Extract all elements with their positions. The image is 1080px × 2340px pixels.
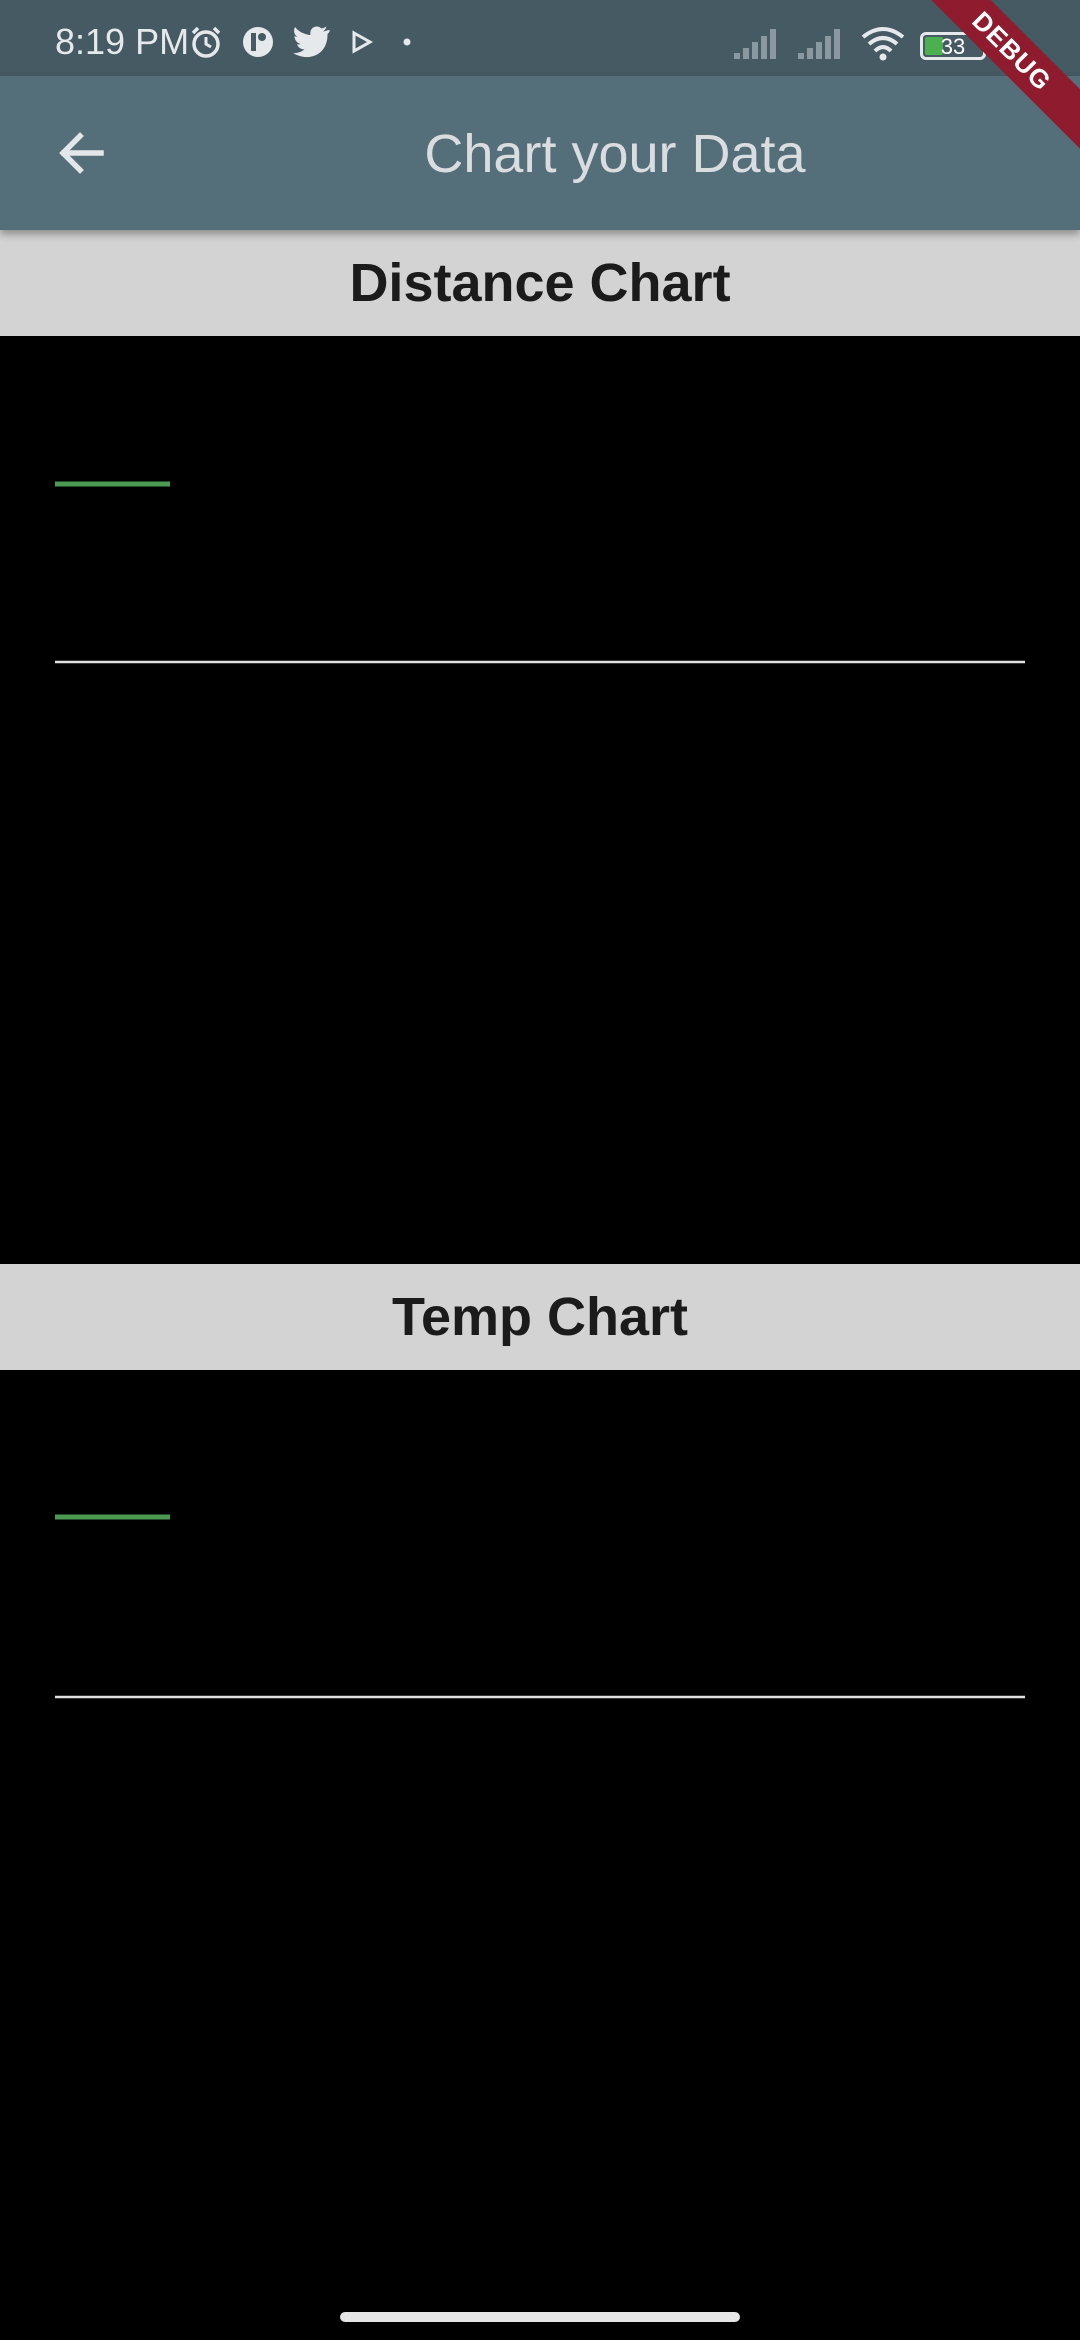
signal-icon — [796, 27, 846, 66]
alarm-icon — [188, 24, 224, 65]
distance-chart — [0, 336, 1080, 1264]
home-indicator[interactable] — [340, 2312, 740, 2322]
distance-chart-title: Distance Chart — [349, 253, 731, 313]
twitter-icon — [292, 26, 330, 63]
screen: 8:19 PM 33 DEBUG Chart your Data Distanc… — [0, 0, 1080, 2340]
play-icon — [346, 27, 376, 62]
distance-chart-svg — [55, 481, 1025, 664]
status-bar: 8:19 PM 33 — [0, 0, 1080, 76]
wifi-icon — [860, 26, 906, 67]
app-bar: Chart your Data — [0, 76, 1080, 230]
distance-chart-header: Distance Chart — [0, 230, 1080, 336]
status-icons-left — [188, 24, 422, 64]
temp-chart-svg — [55, 1514, 1025, 1699]
temp-chart-title: Temp Chart — [391, 1287, 689, 1347]
page-title: Chart your Data — [424, 124, 806, 184]
status-time: 8:19 PM — [55, 21, 190, 62]
signal-icon — [732, 27, 782, 66]
temp-chart-header: Temp Chart — [0, 1264, 1080, 1370]
app-notification-icon — [240, 24, 276, 65]
dot-icon — [392, 27, 422, 62]
temp-chart — [0, 1370, 1080, 2340]
